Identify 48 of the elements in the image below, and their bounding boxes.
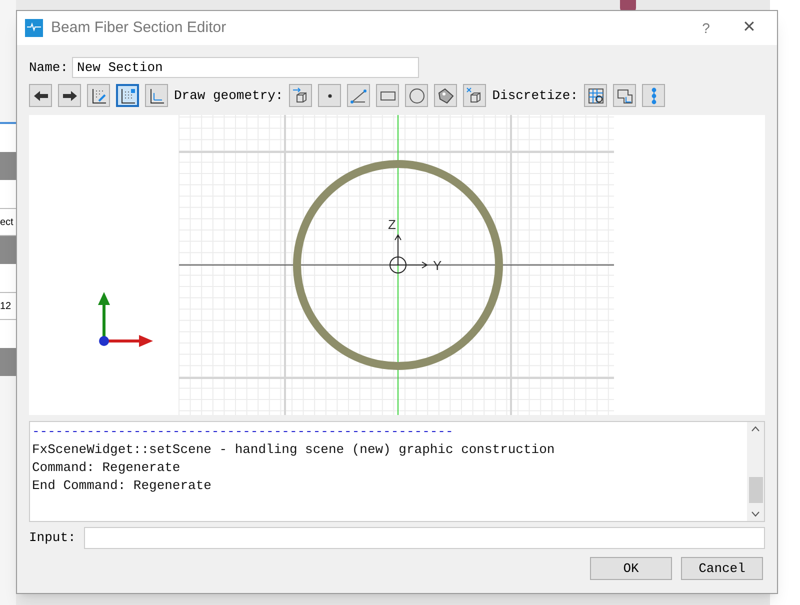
patch-icon	[616, 86, 634, 104]
axes-angle-icon	[148, 86, 166, 104]
toolbar-button[interactable]	[613, 84, 636, 107]
origin-axes-drawing	[390, 234, 428, 274]
scroll-down-icon	[751, 511, 760, 517]
grid-pencil-icon	[90, 86, 108, 104]
z-axis-label: Z	[388, 217, 396, 232]
toolbar-button[interactable]	[434, 84, 458, 107]
scrollbar-thumb[interactable]	[748, 477, 762, 503]
scroll-up-icon	[751, 426, 760, 432]
close-button[interactable]: ✕	[729, 16, 769, 40]
name-field[interactable]: New Section	[72, 57, 420, 78]
input-field[interactable]	[84, 527, 765, 549]
toolbar-button[interactable]	[87, 84, 110, 107]
log-line: End Command: Regenerate	[32, 477, 212, 495]
window-title: Beam Fiber Section Editor	[51, 18, 228, 38]
toolbar-button[interactable]	[29, 84, 52, 107]
grid-snap-icon	[118, 86, 136, 104]
line-icon	[350, 86, 368, 104]
tag-shape-icon	[436, 86, 455, 104]
toolbar-button[interactable]	[347, 84, 370, 107]
dialog-button[interactable]: Cancel	[681, 557, 763, 580]
toolbar-label: Draw geometry:	[174, 86, 284, 105]
toolbar-button[interactable]	[584, 84, 608, 107]
app-logo-icon	[25, 19, 43, 37]
toolbar-button[interactable]	[145, 84, 168, 107]
log-line: FxSceneWidget::setScene - handling scene (new) graphic construction	[32, 441, 556, 459]
toolbar-button[interactable]	[376, 84, 400, 107]
mesh-grid-icon	[586, 86, 605, 104]
dialog-button[interactable]: OK	[590, 557, 672, 580]
vertical-dots-icon	[650, 86, 657, 104]
toolbar-label: Discretize:	[492, 86, 578, 105]
log-separator: ------------------------------------------------------	[32, 423, 454, 441]
background-field: 12	[0, 292, 16, 320]
point-icon	[328, 94, 332, 98]
log-line: Command: Regenerate	[32, 459, 182, 477]
help-button[interactable]: ?	[691, 18, 721, 38]
scrollbar[interactable]	[747, 422, 764, 521]
background-field: ect	[0, 208, 16, 236]
coordinate-triad-icon	[98, 292, 153, 347]
circle-icon	[408, 86, 426, 104]
input-label: Input:	[29, 529, 76, 548]
toolbar-button[interactable]	[116, 84, 139, 107]
toolbar-button[interactable]	[405, 84, 428, 107]
toolbar-button[interactable]	[289, 84, 312, 107]
name-label: Name:	[29, 58, 68, 77]
toolbar-button[interactable]	[463, 84, 486, 107]
toolbar-button[interactable]	[58, 84, 81, 107]
